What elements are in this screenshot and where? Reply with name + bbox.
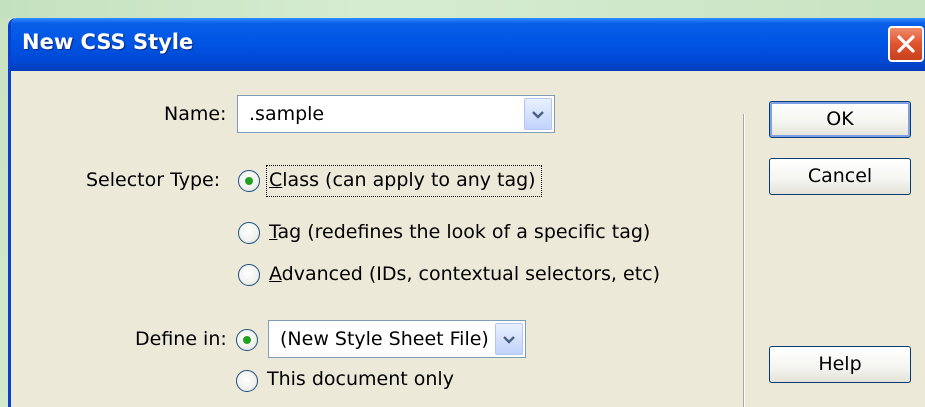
tag-radio[interactable] xyxy=(238,222,260,244)
name-dropdown-button[interactable] xyxy=(524,98,552,130)
tag-radio-label[interactable]: Tag (redefines the look of a specific ta… xyxy=(269,221,650,243)
close-button[interactable] xyxy=(888,26,924,62)
define-in-dropdown-button[interactable] xyxy=(495,323,523,355)
class-radio[interactable] xyxy=(238,170,260,192)
close-icon xyxy=(897,35,915,53)
advanced-radio[interactable] xyxy=(238,264,260,286)
chevron-down-icon xyxy=(532,111,544,119)
define-in-label: Define in: xyxy=(135,328,227,350)
new-css-style-dialog: New CSS Style Name: .sample Selector Typ… xyxy=(8,18,925,407)
vertical-separator xyxy=(743,114,745,407)
name-label: Name: xyxy=(164,103,227,125)
cancel-button[interactable]: Cancel xyxy=(769,158,911,195)
chevron-down-icon xyxy=(503,336,515,344)
title-bar[interactable]: New CSS Style xyxy=(11,18,925,71)
define-in-value: (New Style Sheet File) xyxy=(280,328,489,350)
define-in-combobox[interactable]: (New Style Sheet File) xyxy=(268,320,526,358)
selector-type-label: Selector Type: xyxy=(86,169,221,191)
this-document-radio-label[interactable]: This document only xyxy=(267,368,454,390)
this-document-radio[interactable] xyxy=(236,370,258,392)
help-button[interactable]: Help xyxy=(769,346,911,383)
desktop-background xyxy=(0,0,925,18)
name-value: .sample xyxy=(249,103,325,125)
name-combobox[interactable]: .sample xyxy=(237,95,555,133)
advanced-radio-label[interactable]: Advanced (IDs, contextual selectors, etc… xyxy=(269,263,660,285)
dialog-title: New CSS Style xyxy=(22,30,194,54)
desktop-background-edge xyxy=(0,18,8,407)
class-radio-label[interactable]: Class (can apply to any tag) xyxy=(269,169,536,191)
new-style-sheet-radio[interactable] xyxy=(236,329,258,351)
ok-button[interactable]: OK xyxy=(769,101,911,138)
